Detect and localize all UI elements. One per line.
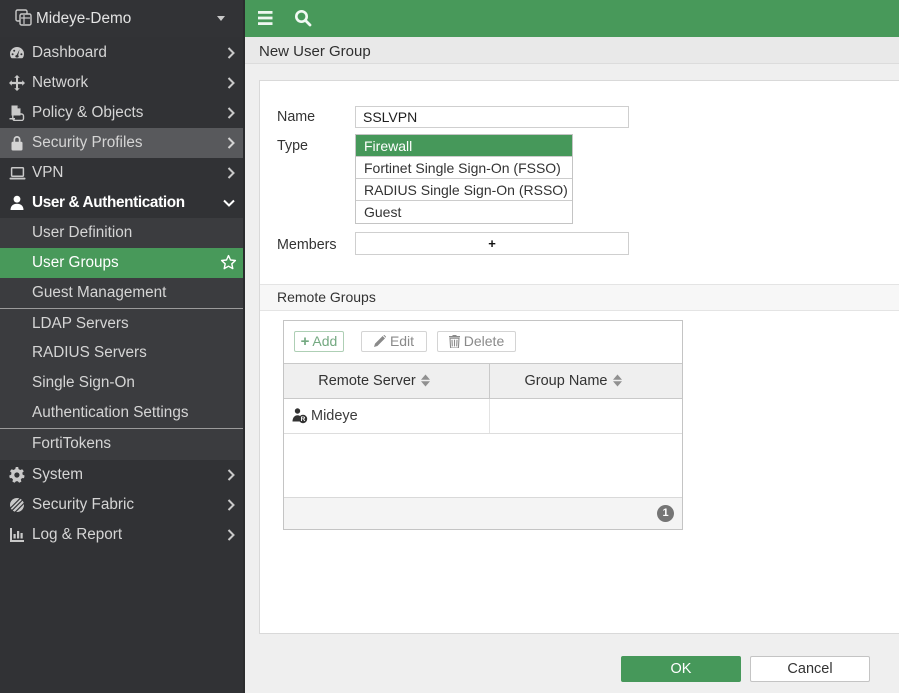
svg-text:R: R (301, 416, 306, 423)
